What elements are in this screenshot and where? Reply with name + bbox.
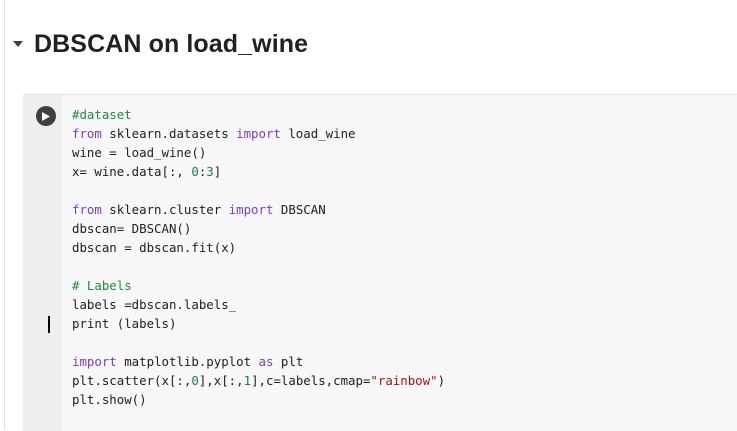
section-header: DBSCAN on load_wine [10, 24, 308, 64]
code-token: sklearn.datasets [101, 126, 237, 141]
code-token: ] [213, 164, 222, 179]
code-line[interactable]: labels =dbscan.labels_ [72, 295, 737, 314]
code-token: # Labels [72, 278, 132, 293]
code-token: plt.show() [72, 392, 147, 407]
code-token: 0 [191, 164, 199, 179]
code-cell[interactable]: #dataset from sklearn.datasets import loa… [24, 94, 737, 431]
code-token: ) [437, 373, 446, 388]
code-token: matplotlib.pyplot [116, 354, 259, 369]
code-token: dbscan = dbscan.fit(x) [72, 240, 237, 255]
code-token: import [236, 126, 281, 141]
code-token: "rainbow" [370, 373, 438, 388]
code-line[interactable] [72, 257, 737, 276]
code-line[interactable]: import matplotlib.pyplot as plt [72, 352, 737, 371]
code-token: #dataset [72, 107, 132, 122]
code-token: 1 [243, 373, 252, 388]
code-token: import [72, 354, 117, 369]
code-line[interactable]: from sklearn.cluster import DBSCAN [72, 200, 737, 219]
code-token: x= wine.data[:, [72, 164, 192, 179]
play-icon [42, 111, 50, 121]
code-token: wine = load_wine() [72, 145, 207, 160]
code-line[interactable]: dbscan = dbscan.fit(x) [72, 238, 737, 257]
code-line[interactable]: plt.show() [72, 390, 737, 409]
code-line[interactable]: x= wine.data[:, 0:3] [72, 162, 737, 181]
code-editor[interactable]: #dataset from sklearn.datasets import loa… [72, 105, 737, 428]
code-token: import [228, 202, 274, 217]
code-line[interactable] [72, 409, 737, 428]
code-token: plt [273, 354, 304, 369]
code-token: from [72, 126, 102, 141]
code-line[interactable]: #dataset [72, 105, 737, 124]
code-token: load_wine [280, 126, 356, 141]
code-token: ],x[:, [198, 373, 244, 388]
run-cell-button[interactable] [36, 106, 56, 126]
code-line[interactable]: dbscan= DBSCAN() [72, 219, 737, 238]
code-token: sklearn.cluster [101, 202, 229, 217]
code-token: as [258, 354, 274, 369]
code-line[interactable] [72, 181, 737, 200]
text-cursor [48, 316, 50, 333]
code-token: labels =dbscan.labels_ [72, 297, 237, 312]
code-token: 0 [191, 373, 199, 388]
code-line[interactable] [72, 333, 737, 352]
code-line[interactable]: from sklearn.datasets import load_wine [72, 124, 737, 143]
code-token: DBSCAN [273, 202, 326, 217]
code-line[interactable]: plt.scatter(x[:,0],x[:,1],c=labels,cmap=… [72, 371, 737, 390]
code-token: print (labels) [72, 316, 177, 331]
code-token: ],c=labels,cmap= [251, 373, 371, 388]
code-token: dbscan= DBSCAN() [72, 221, 192, 236]
caret-down-icon[interactable] [10, 36, 26, 52]
section-title: DBSCAN on load_wine [34, 29, 309, 58]
cell-gutter [24, 95, 62, 431]
code-token: from [72, 202, 102, 217]
code-line[interactable]: print (labels) [72, 314, 737, 333]
notebook-left-border [4, 0, 5, 430]
code-line[interactable]: wine = load_wine() [72, 143, 737, 162]
code-token: 3 [206, 164, 214, 179]
code-token: plt.scatter(x[:, [72, 373, 192, 388]
code-line[interactable]: # Labels [72, 276, 737, 295]
